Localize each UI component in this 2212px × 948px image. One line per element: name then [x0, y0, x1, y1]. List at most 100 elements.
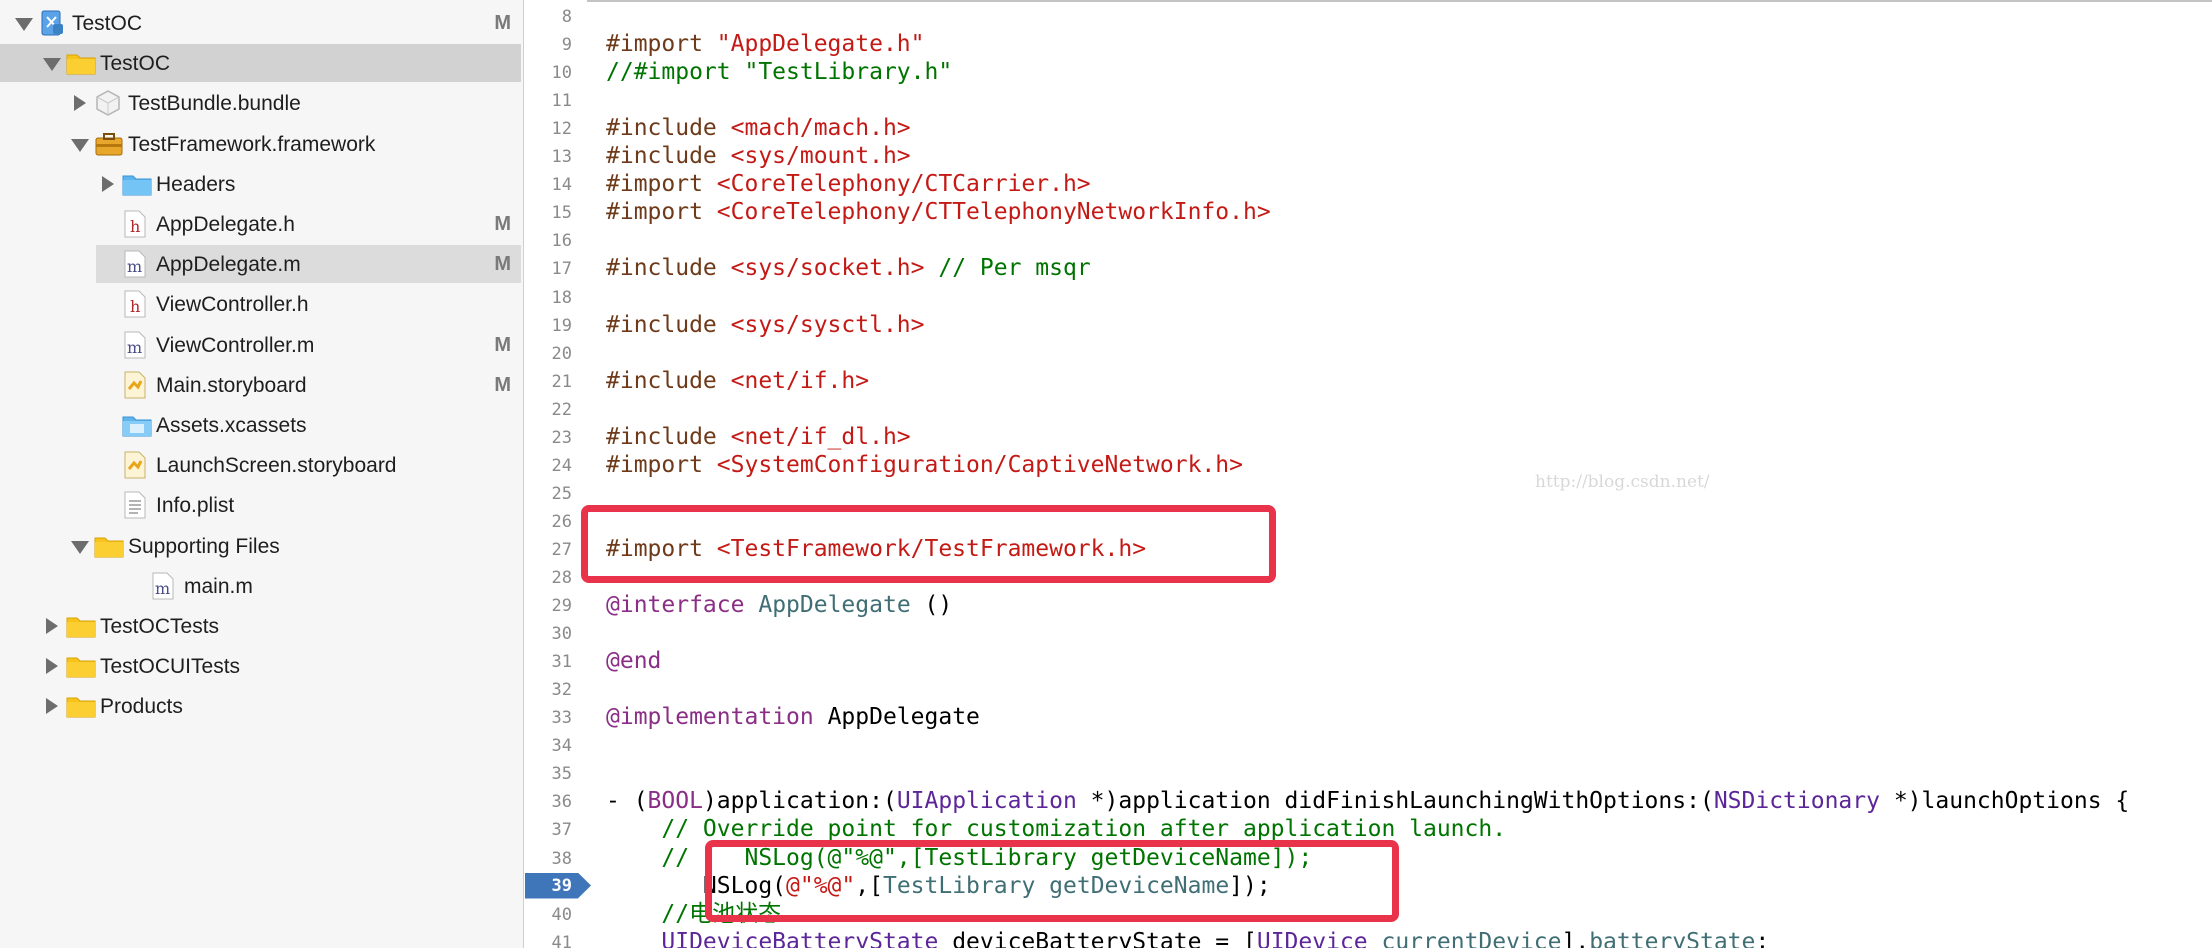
- navigator-row-supporting-files[interactable]: Supporting Files: [0, 527, 521, 565]
- navigator-row-appdelegate-m[interactable]: m AppDelegate.m M: [96, 245, 521, 284]
- code-line-20[interactable]: 20: [525, 339, 2212, 367]
- code-line-11[interactable]: 11: [525, 86, 2212, 114]
- source-editor[interactable]: 8 9 #import "AppDelegate.h" 10 //#import "Te…: [525, 0, 2212, 948]
- disclosure-open-icon[interactable]: [70, 135, 89, 153]
- project-navigator: TestOC M TestOC TestBundle.bundle TestFramew…: [0, 0, 524, 948]
- code-line-14[interactable]: 14 #import <CoreTelephony/CTCarrier.h>: [525, 170, 2212, 198]
- disclosure-open-icon[interactable]: [42, 54, 61, 72]
- code-token-pp: #include: [606, 423, 731, 450]
- code-text[interactable]: #include <net/if_dl.h>: [606, 423, 911, 451]
- navigator-row-assets-xcassets[interactable]: Assets.xcassets: [0, 406, 521, 444]
- code-text[interactable]: #import "AppDelegate.h": [606, 30, 925, 58]
- code-text[interactable]: //#import "TestLibrary.h": [606, 58, 952, 86]
- line-number: 30: [551, 624, 572, 645]
- code-line-22[interactable]: 22: [525, 395, 2212, 423]
- code-text[interactable]: #include <sys/mount.h>: [606, 142, 911, 170]
- line-number: 13: [551, 147, 572, 168]
- navigator-row-label: TestOCTests: [100, 615, 220, 638]
- folder-icon: [94, 532, 124, 560]
- navigator-row-testocuitests[interactable]: TestOCUITests: [0, 647, 521, 685]
- code-line-23[interactable]: 23 #include <net/if_dl.h>: [525, 423, 2212, 451]
- navigator-row-main-m[interactable]: m main.m: [0, 567, 521, 605]
- code-token-cls: AppDelegate: [758, 592, 911, 619]
- disclosure-closed-icon[interactable]: [70, 94, 88, 112]
- code-token-pp: #import: [606, 31, 717, 58]
- navigator-row-main-storyboard[interactable]: Main.storyboard M: [0, 366, 521, 404]
- navigator-row-testoc[interactable]: TestOC: [0, 44, 521, 83]
- code-line-8[interactable]: 8: [525, 2, 2212, 30]
- code-token-cmt: // Per msqr: [924, 255, 1091, 282]
- code-text[interactable]: #import <CoreTelephony/CTTelephonyNetwor…: [606, 198, 1271, 226]
- code-line-16[interactable]: 16: [525, 226, 2212, 254]
- disclosure-open-icon[interactable]: [14, 14, 33, 32]
- navigator-row-products[interactable]: Products: [0, 687, 521, 725]
- line-number: 34: [551, 736, 572, 757]
- code-line-12[interactable]: 12 #include <mach/mach.h>: [525, 114, 2212, 142]
- code-text[interactable]: #include <sys/socket.h> // Per msqr: [606, 254, 1091, 282]
- objc-file-icon: m: [122, 250, 150, 278]
- code-line-35[interactable]: 35: [525, 759, 2212, 787]
- code-line-19[interactable]: 19 #include <sys/sysctl.h>: [525, 311, 2212, 339]
- code-line-29[interactable]: 29 @interface AppDelegate (): [525, 591, 2212, 619]
- navigator-row-testframework-framework[interactable]: TestFramework.framework: [0, 125, 521, 163]
- watermark-text: http://blog.csdn.net/: [1535, 472, 1710, 492]
- code-line-30[interactable]: 30: [525, 619, 2212, 647]
- line-number: 26: [551, 511, 572, 532]
- code-text[interactable]: #import <CoreTelephony/CTCarrier.h>: [606, 170, 1091, 198]
- code-line-25[interactable]: 25: [525, 479, 2212, 507]
- code-text[interactable]: @interface AppDelegate (): [606, 591, 952, 619]
- disclosure-closed-icon[interactable]: [42, 657, 60, 675]
- code-text[interactable]: - (BOOL)application:(UIApplication *)app…: [606, 787, 2129, 815]
- code-line-10[interactable]: 10 //#import "TestLibrary.h": [525, 58, 2212, 86]
- code-line-34[interactable]: 34: [525, 731, 2212, 759]
- code-token-pp: #include: [606, 367, 731, 394]
- code-line-31[interactable]: 31 @end: [525, 647, 2212, 675]
- code-line-9[interactable]: 9 #import "AppDelegate.h": [525, 30, 2212, 58]
- disclosure-closed-icon[interactable]: [42, 617, 60, 635]
- code-line-18[interactable]: 18: [525, 283, 2212, 311]
- disclosure-closed-icon[interactable]: [42, 697, 60, 715]
- line-number: 35: [551, 764, 572, 785]
- code-text[interactable]: @end: [606, 647, 661, 675]
- code-token-pp: #include: [606, 115, 731, 142]
- navigator-row-testoctests[interactable]: TestOCTests: [0, 607, 521, 645]
- navigator-row-label: ViewController.h: [156, 293, 309, 317]
- code-line-33[interactable]: 33 @implementation AppDelegate: [525, 703, 2212, 731]
- navigator-row-testbundle-bundle[interactable]: TestBundle.bundle: [0, 84, 521, 122]
- navigator-row-launchscreen-storyboard[interactable]: LaunchScreen.storyboard: [0, 446, 521, 484]
- code-token-pcls: NSDictionary: [1713, 788, 1880, 815]
- code-text[interactable]: @implementation AppDelegate: [606, 703, 980, 731]
- disclosure-open-icon[interactable]: [70, 537, 89, 555]
- code-text[interactable]: #include <sys/sysctl.h>: [606, 311, 925, 339]
- navigator-row-appdelegate-h[interactable]: h AppDelegate.h M: [0, 205, 521, 243]
- code-line-32[interactable]: 32: [525, 675, 2212, 703]
- header-file-icon: h: [122, 210, 150, 238]
- code-text[interactable]: UIDeviceBatteryState deviceBatteryState …: [606, 928, 1769, 948]
- code-line-17[interactable]: 17 #include <sys/socket.h> // Per msqr: [525, 254, 2212, 282]
- navigator-row-viewcontroller-m[interactable]: m ViewController.m M: [0, 326, 521, 364]
- navigator-row-headers[interactable]: Headers: [0, 165, 521, 203]
- folder-icon: [66, 652, 96, 680]
- code-text[interactable]: #include <net/if.h>: [606, 367, 869, 395]
- code-line-24[interactable]: 24 #import <SystemConfiguration/CaptiveNe…: [525, 451, 2212, 479]
- disclosure-closed-icon[interactable]: [98, 175, 116, 193]
- scm-status-badge: M: [494, 333, 511, 356]
- project-icon: [38, 9, 66, 37]
- navigator-row-info-plist[interactable]: Info.plist: [0, 486, 521, 524]
- code-line-13[interactable]: 13 #include <sys/mount.h>: [525, 142, 2212, 170]
- navigator-row-label: TestOC: [72, 12, 143, 35]
- line-number: 32: [551, 680, 572, 701]
- code-text[interactable]: #import <SystemConfiguration/CaptiveNetw…: [606, 451, 1243, 479]
- code-line-21[interactable]: 21 #include <net/if.h>: [525, 367, 2212, 395]
- navigator-row-testoc[interactable]: TestOC M: [0, 4, 521, 42]
- navigator-row-label: LaunchScreen.storyboard: [156, 454, 397, 478]
- navigator-row-label: Main.storyboard: [156, 373, 307, 397]
- code-text[interactable]: #include <mach/mach.h>: [606, 114, 911, 142]
- code-line-15[interactable]: 15 #import <CoreTelephony/CTTelephonyNetw…: [525, 198, 2212, 226]
- svg-text:m: m: [155, 579, 170, 598]
- objc-file-icon: m: [150, 572, 178, 600]
- navigator-row-viewcontroller-h[interactable]: h ViewController.h: [0, 285, 521, 323]
- code-line-41[interactable]: 41 UIDeviceBatteryState deviceBatterySta…: [525, 928, 2212, 948]
- code-line-36[interactable]: 36 - (BOOL)application:(UIApplication *)a…: [525, 787, 2212, 815]
